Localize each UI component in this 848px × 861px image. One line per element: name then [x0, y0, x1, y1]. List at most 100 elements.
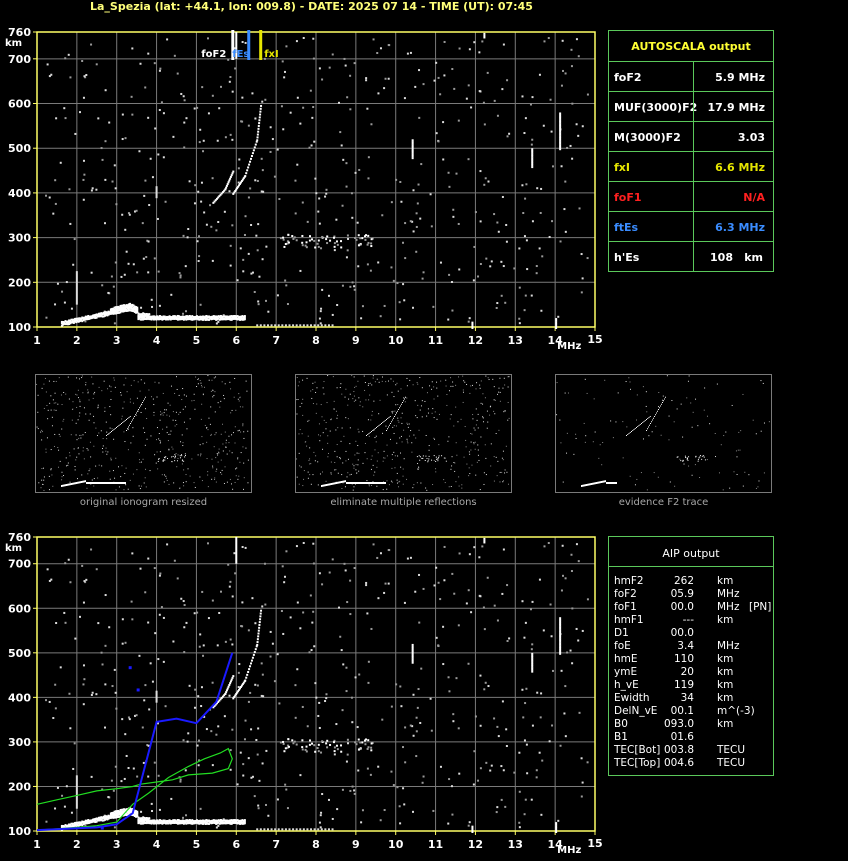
thumb-noise	[763, 422, 765, 424]
top-noise	[182, 234, 185, 237]
top-f2-x-trace	[254, 143, 257, 146]
thumb-noise	[296, 476, 298, 478]
thumb-noise	[628, 377, 630, 379]
thumb-noise	[79, 412, 81, 414]
top-noise	[231, 224, 234, 227]
thumb-noise	[91, 479, 93, 481]
thumb-noise	[178, 394, 180, 396]
thumb-e-trace	[124, 482, 125, 484]
bottom-noise	[524, 798, 527, 801]
top-f2-x-trace	[247, 166, 250, 169]
thumb-noise	[125, 467, 127, 469]
thumb-noise	[132, 435, 134, 437]
bottom-noise	[90, 693, 93, 696]
top-noise	[493, 99, 496, 102]
top-noise	[255, 234, 258, 237]
thumb-noise	[140, 379, 142, 381]
thumb-noise	[449, 418, 451, 420]
bottom-es-trace	[306, 828, 309, 831]
bottom-interference	[531, 656, 534, 659]
top-noise	[144, 86, 147, 89]
bottom-noise	[500, 765, 503, 768]
top-noise	[228, 190, 231, 193]
thumb-noise	[183, 421, 185, 423]
thumb-noise	[53, 380, 55, 382]
top-noise	[110, 275, 113, 278]
thumb-f2-trace	[387, 428, 388, 430]
thumb-noise	[372, 377, 374, 379]
top-noise	[502, 43, 505, 46]
bottom-xtick-label: 5	[193, 838, 201, 851]
bottom-noise	[54, 807, 57, 810]
thumb-noise	[72, 401, 74, 403]
thumb-noise	[225, 442, 227, 444]
thumb-noise	[676, 408, 678, 410]
thumb-noise	[397, 404, 399, 406]
thumb-noise	[41, 439, 43, 441]
thumb-noise	[102, 445, 104, 447]
thumb-noise	[402, 475, 404, 477]
bottom-noise	[219, 590, 222, 593]
bottom-f2-x-trace	[259, 618, 262, 621]
thumb-noise	[407, 426, 409, 428]
bottom-noise	[479, 767, 482, 770]
top-noise	[453, 87, 456, 90]
thumb-noise	[243, 431, 245, 433]
thumb-f2-trace	[108, 433, 110, 434]
top-noise	[396, 282, 399, 285]
thumb-noise	[57, 403, 59, 405]
bottom-noise	[254, 622, 257, 625]
bottom-spread-f	[363, 739, 366, 742]
thumb-noise	[460, 418, 462, 420]
top-noise	[344, 64, 347, 67]
bottom-noise	[276, 653, 279, 656]
bottom-noise	[331, 558, 334, 561]
aip-unit: km	[717, 614, 734, 626]
top-noise	[418, 116, 421, 119]
thumb-noise	[160, 441, 162, 443]
thumb-f2-trace	[127, 418, 129, 419]
thumb-noise	[75, 393, 77, 395]
thumb-noise	[403, 458, 405, 460]
thumb-noise	[222, 450, 224, 452]
aip-row-deln-ve: DelN_vE 00.1 m^(-3)	[614, 705, 772, 718]
bottom-spread-f	[284, 747, 287, 750]
bottom-xtick-label: 11	[428, 838, 443, 851]
thumb-noise	[438, 444, 440, 446]
thumb-e-trace	[587, 483, 588, 486]
bottom-noise	[140, 810, 143, 813]
thumb-noise	[371, 414, 373, 416]
top-noise	[564, 230, 567, 233]
bottom-interference	[471, 829, 474, 832]
thumb-noise	[242, 423, 244, 425]
top-noise	[543, 40, 546, 43]
bottom-noise	[183, 604, 186, 607]
thumb-noise	[755, 433, 757, 435]
top-noise	[193, 202, 196, 205]
thumb-noise	[382, 460, 384, 462]
top-noise	[518, 317, 521, 320]
bottom-noise	[281, 565, 284, 568]
top-noise	[231, 90, 234, 93]
top-spread-f	[332, 236, 335, 239]
thumb-noise	[599, 444, 601, 446]
thumb-noise	[172, 448, 174, 450]
top-f2-x-trace	[256, 139, 259, 142]
bottom-noise	[211, 764, 214, 767]
thumb-noise	[189, 475, 191, 477]
bottom-noise	[521, 688, 524, 691]
aip-unit: km	[717, 692, 734, 704]
bottom-noise	[365, 581, 368, 584]
thumb-noise	[86, 487, 88, 489]
top-noise	[531, 220, 534, 223]
bottom-noise	[197, 764, 200, 767]
thumb-noise	[498, 429, 500, 431]
thumb-noise	[129, 479, 131, 481]
thumb-noise	[77, 447, 79, 449]
thumb-e-trace	[101, 482, 102, 484]
thumb-noise	[494, 399, 496, 401]
thumb-noise	[206, 441, 208, 443]
thumb-noise	[564, 392, 566, 394]
bottom-noise	[64, 621, 67, 624]
thumb-noise	[129, 398, 131, 400]
